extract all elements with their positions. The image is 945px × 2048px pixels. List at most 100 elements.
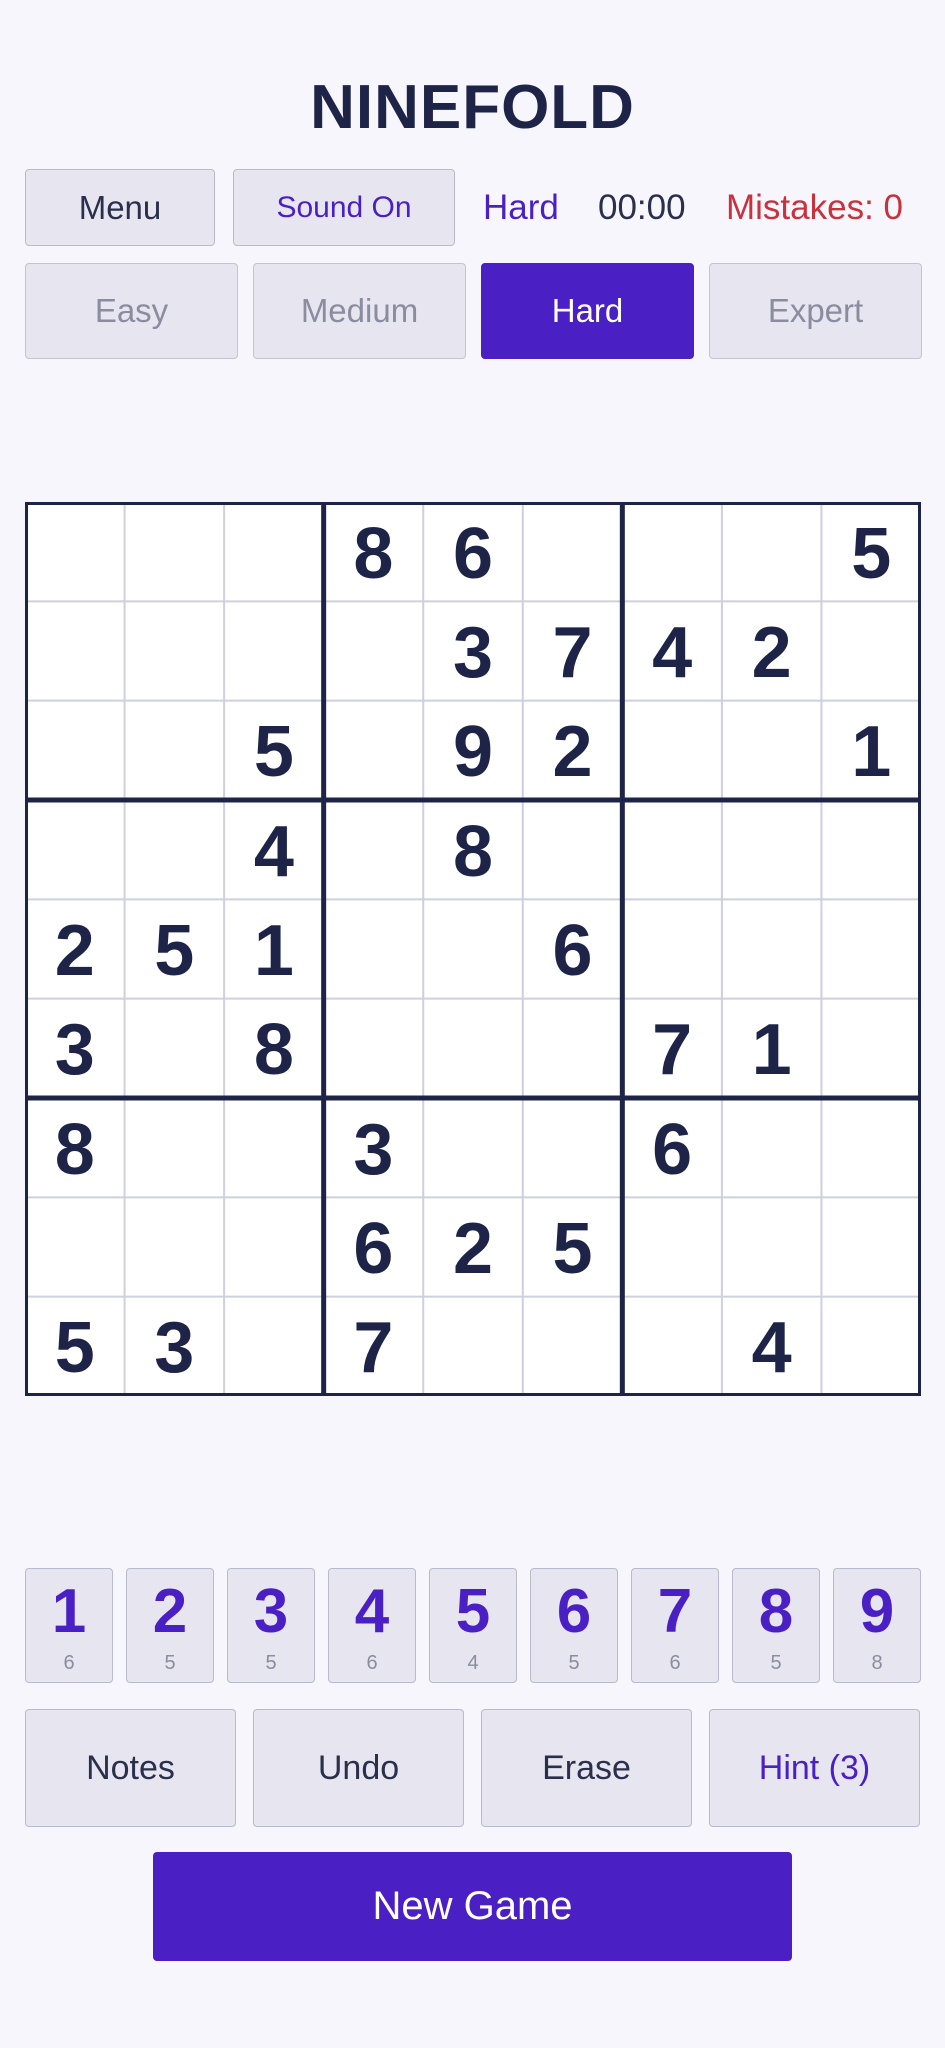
board-cell-r5c5[interactable]: [423, 901, 523, 1000]
board-cell-r7c1[interactable]: 8: [25, 1100, 125, 1199]
number-key-5[interactable]: 54: [429, 1568, 517, 1683]
menu-button[interactable]: Menu: [25, 169, 215, 246]
number-key-3[interactable]: 35: [227, 1568, 315, 1683]
board-cell-r1c2[interactable]: [125, 504, 225, 603]
erase-button[interactable]: Erase: [481, 1709, 692, 1827]
number-key-1[interactable]: 16: [25, 1568, 113, 1683]
board-cell-r2c1[interactable]: [25, 603, 125, 702]
board-cell-r9c5[interactable]: [423, 1299, 523, 1398]
board-cell-r3c8[interactable]: [722, 703, 822, 802]
board-cell-r8c7[interactable]: [622, 1199, 722, 1298]
board-cell-r8c6[interactable]: 5: [523, 1199, 623, 1298]
board-cell-r7c4[interactable]: 3: [324, 1100, 424, 1199]
board-cell-r1c8[interactable]: [722, 504, 822, 603]
difficulty-tab-medium[interactable]: Medium: [253, 263, 466, 359]
number-key-8[interactable]: 85: [732, 1568, 820, 1683]
board-cell-r8c5[interactable]: 2: [423, 1199, 523, 1298]
board-cell-r9c3[interactable]: [224, 1299, 324, 1398]
difficulty-tab-expert[interactable]: Expert: [709, 263, 922, 359]
number-key-6[interactable]: 65: [530, 1568, 618, 1683]
new-game-button[interactable]: New Game: [153, 1852, 792, 1961]
board-cell-r1c3[interactable]: [224, 504, 324, 603]
sound-toggle-button[interactable]: Sound On: [233, 169, 455, 246]
board-cell-r5c1[interactable]: 2: [25, 901, 125, 1000]
board-cell-r1c1[interactable]: [25, 504, 125, 603]
board-cell-r5c3[interactable]: 1: [224, 901, 324, 1000]
board-cell-r4c5[interactable]: 8: [423, 802, 523, 901]
board-cell-r7c6[interactable]: [523, 1100, 623, 1199]
board-cell-r3c3[interactable]: 5: [224, 703, 324, 802]
board-cell-r2c7[interactable]: 4: [622, 603, 722, 702]
board-cell-r2c6[interactable]: 7: [523, 603, 623, 702]
undo-button[interactable]: Undo: [253, 1709, 464, 1827]
board-cell-r6c1[interactable]: 3: [25, 1001, 125, 1100]
board-cell-r1c5[interactable]: 6: [423, 504, 523, 603]
hint-button[interactable]: Hint (3): [709, 1709, 920, 1827]
board-cell-r9c8[interactable]: 4: [722, 1299, 822, 1398]
board-cell-r6c4[interactable]: [324, 1001, 424, 1100]
board-cell-r9c9[interactable]: [821, 1299, 921, 1398]
difficulty-tab-easy[interactable]: Easy: [25, 263, 238, 359]
board-cell-r5c4[interactable]: [324, 901, 424, 1000]
board-cell-r6c6[interactable]: [523, 1001, 623, 1100]
board-cell-r9c4[interactable]: 7: [324, 1299, 424, 1398]
board-cell-r8c8[interactable]: [722, 1199, 822, 1298]
board-cell-r6c3[interactable]: 8: [224, 1001, 324, 1100]
board-cell-r6c7[interactable]: 7: [622, 1001, 722, 1100]
board-cell-r7c3[interactable]: [224, 1100, 324, 1199]
board-cell-r3c1[interactable]: [25, 703, 125, 802]
board-cell-r4c4[interactable]: [324, 802, 424, 901]
board-cell-r6c2[interactable]: [125, 1001, 225, 1100]
board-cell-r2c3[interactable]: [224, 603, 324, 702]
board-cell-r9c2[interactable]: 3: [125, 1299, 225, 1398]
board-cell-r4c1[interactable]: [25, 802, 125, 901]
board-cell-r8c2[interactable]: [125, 1199, 225, 1298]
board-cell-r6c8[interactable]: 1: [722, 1001, 822, 1100]
board-cell-r4c2[interactable]: [125, 802, 225, 901]
board-cell-r5c6[interactable]: 6: [523, 901, 623, 1000]
board-cell-r3c5[interactable]: 9: [423, 703, 523, 802]
board-cell-r1c9[interactable]: 5: [821, 504, 921, 603]
board-cell-r7c2[interactable]: [125, 1100, 225, 1199]
board-cell-r4c6[interactable]: [523, 802, 623, 901]
board-cell-r5c7[interactable]: [622, 901, 722, 1000]
board-cell-r5c2[interactable]: 5: [125, 901, 225, 1000]
board-cell-r3c7[interactable]: [622, 703, 722, 802]
board-cell-r7c8[interactable]: [722, 1100, 822, 1199]
board-cell-r1c6[interactable]: [523, 504, 623, 603]
board-cell-r6c5[interactable]: [423, 1001, 523, 1100]
board-cell-r1c7[interactable]: [622, 504, 722, 603]
number-key-7[interactable]: 76: [631, 1568, 719, 1683]
board-cell-r3c4[interactable]: [324, 703, 424, 802]
board-cell-r9c7[interactable]: [622, 1299, 722, 1398]
board-cell-r7c7[interactable]: 6: [622, 1100, 722, 1199]
board-cell-r2c5[interactable]: 3: [423, 603, 523, 702]
board-cell-r9c6[interactable]: [523, 1299, 623, 1398]
board-cell-r5c8[interactable]: [722, 901, 822, 1000]
board-cell-r5c9[interactable]: [821, 901, 921, 1000]
board-cell-r2c8[interactable]: 2: [722, 603, 822, 702]
board-cell-r8c3[interactable]: [224, 1199, 324, 1298]
board-cell-r4c9[interactable]: [821, 802, 921, 901]
board-cell-r8c1[interactable]: [25, 1199, 125, 1298]
board-cell-r4c8[interactable]: [722, 802, 822, 901]
board-cell-r1c4[interactable]: 8: [324, 504, 424, 603]
board-cell-r4c7[interactable]: [622, 802, 722, 901]
board-cell-r6c9[interactable]: [821, 1001, 921, 1100]
board-cell-r3c6[interactable]: 2: [523, 703, 623, 802]
difficulty-tab-hard[interactable]: Hard: [481, 263, 694, 359]
board-cell-r7c9[interactable]: [821, 1100, 921, 1199]
board-cell-r3c9[interactable]: 1: [821, 703, 921, 802]
number-key-4[interactable]: 46: [328, 1568, 416, 1683]
board-cell-r3c2[interactable]: [125, 703, 225, 802]
number-key-2[interactable]: 25: [126, 1568, 214, 1683]
board-cell-r2c9[interactable]: [821, 603, 921, 702]
board-cell-r8c4[interactable]: 6: [324, 1199, 424, 1298]
board-cell-r8c9[interactable]: [821, 1199, 921, 1298]
board-cell-r9c1[interactable]: 5: [25, 1299, 125, 1398]
board-cell-r2c2[interactable]: [125, 603, 225, 702]
board-cell-r7c5[interactable]: [423, 1100, 523, 1199]
board-cell-r4c3[interactable]: 4: [224, 802, 324, 901]
notes-button[interactable]: Notes: [25, 1709, 236, 1827]
board-cell-r2c4[interactable]: [324, 603, 424, 702]
